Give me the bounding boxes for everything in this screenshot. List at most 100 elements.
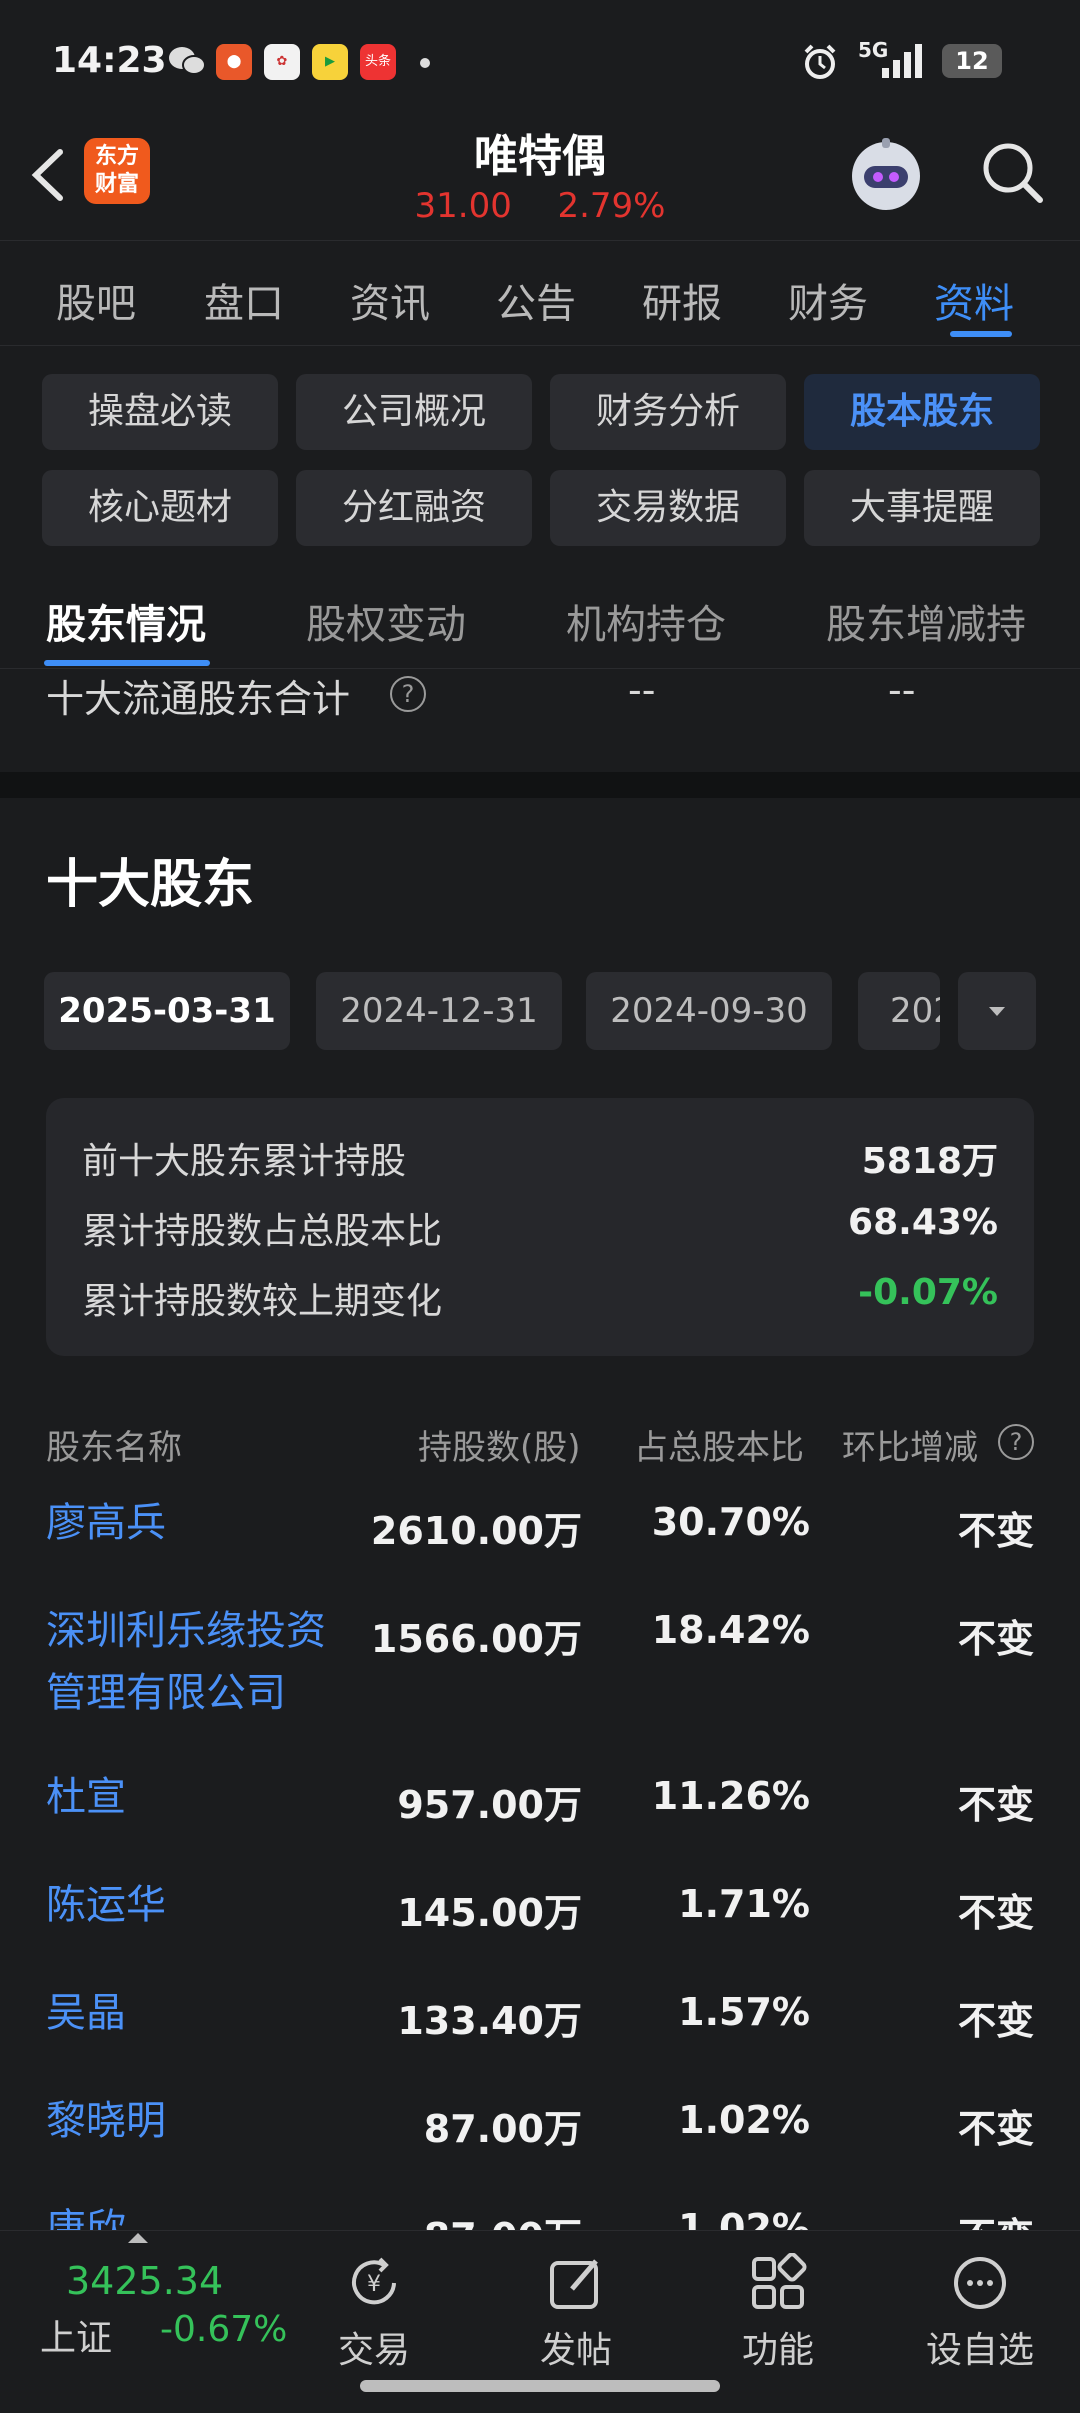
app-notification-icon: ⬤ [216,44,252,80]
shareholder-name[interactable]: 陈运华 [46,1874,356,1936]
wechat-icon [168,44,206,78]
shareholder-change: 不变 [957,1891,1034,1935]
col-header-shares: 持股数(股) [418,1428,581,1468]
summary-label: 累计持股数较上期变化 [82,1281,443,1322]
status-time: 14:23 [52,40,167,81]
summary-value: 5818万 [861,1141,998,1182]
index-name: 上证 [40,2318,113,2359]
nav-trade[interactable]: ¥ 交易 [284,2231,464,2381]
chip-trading-data[interactable]: 交易数据 [550,470,786,546]
subtab-equity-changes[interactable]: 股权变动 [306,592,466,650]
nav-label: 发帖 [539,2330,612,2371]
chip-share-capital[interactable]: 股本股东 [804,374,1040,450]
subtab-indicator [44,660,210,666]
shareholder-ratio: 11.26% [651,1774,810,1818]
nav-functions[interactable]: 功能 [688,2231,868,2381]
shareholder-change: 不变 [957,1509,1034,1553]
shareholder-shares: 957.00万 [397,1783,582,1827]
assistant-robot-icon[interactable] [844,134,928,218]
chip-company-overview[interactable]: 公司概况 [296,374,532,450]
stock-price: 31.00 [414,186,512,226]
more-notifications-dot [420,58,430,68]
col-header-name: 股东名称 [46,1428,182,1468]
shareholder-ratio: 30.70% [651,1500,810,1544]
shareholder-shares: 2610.00万 [370,1509,582,1553]
nav-label: 交易 [337,2330,410,2371]
shareholder-change: 不变 [957,1617,1034,1661]
help-icon[interactable]: ? [998,1424,1034,1460]
shareholder-ratio: 1.02% [678,2098,810,2142]
section-divider [0,772,1080,798]
shareholder-shares: 1566.00万 [370,1617,582,1661]
edit-icon [546,2253,606,2313]
chip-core-themes[interactable]: 核心题材 [42,470,278,546]
app-notification-icon: ✿ [264,44,300,80]
tab-guba[interactable]: 股吧 [56,271,136,329]
summary-label: 累计持股数占总股本比 [82,1211,443,1252]
shareholder-name[interactable]: 吴晶 [46,1982,356,2044]
subtab-holding-changes[interactable]: 股东增减持 [826,592,1026,650]
signal-icon [880,42,924,80]
index-ticker[interactable]: 3425.34 上证 -0.67% [0,2231,300,2381]
stock-change: 2.79% [557,186,666,226]
tab-announcements[interactable]: 公告 [496,271,576,329]
summary-value: 68.43% [848,1202,998,1243]
shareholder-shares: 145.00万 [397,1891,582,1935]
shareholder-name[interactable]: 廖高兵 [46,1492,356,1554]
col-header-change: 环比增减 [842,1428,978,1468]
app-notification-icon: 头条 [360,44,396,80]
battery-indicator: 12 [942,44,1002,78]
shareholder-ratio: 18.42% [651,1608,810,1652]
float-shareholders-total-label: 十大流通股东合计 [46,677,351,721]
status-bar: 14:23 ⬤ ✿ ▶ 头条 5G 12 [0,0,1080,120]
chip-financial-analysis[interactable]: 财务分析 [550,374,786,450]
active-tab-indicator [950,331,1012,337]
nav-watchlist[interactable]: 设自选 [890,2231,1070,2381]
shareholder-change: 不变 [957,2107,1034,2151]
date-tab[interactable]: 202 [858,972,940,1050]
nav-label: 设自选 [925,2330,1034,2371]
chip-trading-guide[interactable]: 操盘必读 [42,374,278,450]
shareholder-ratio: 1.57% [678,1990,810,2034]
tab-profile[interactable]: 资料 [934,271,1014,329]
shareholder-ratio: 1.71% [678,1882,810,1926]
date-dropdown-button[interactable] [958,972,1036,1050]
more-circle-icon [950,2253,1010,2313]
shareholder-name[interactable]: 黎晓明 [46,2090,356,2152]
nav-post[interactable]: 发帖 [486,2231,666,2381]
tab-news[interactable]: 资讯 [350,271,430,329]
summary-card: 前十大股东累计持股 5818万 累计持股数占总股本比 68.43% 累计持股数较… [46,1098,1034,1356]
index-value: 3425.34 [66,2259,224,2303]
date-tab[interactable]: 2025-03-31 [44,972,290,1050]
shareholder-shares: 87.00万 [423,2107,582,2151]
home-indicator[interactable] [360,2380,720,2392]
shareholder-change: 不变 [957,1999,1034,2043]
date-tab[interactable]: 2024-09-30 [586,972,832,1050]
shareholder-name[interactable]: 杜宣 [46,1766,356,1828]
date-tab[interactable]: 2024-12-31 [316,972,562,1050]
section-title: 十大股东 [46,855,255,915]
tab-pankou[interactable]: 盘口 [204,271,284,329]
shareholder-name[interactable]: 深圳利乐缘投资管理有限公司 [46,1600,356,1724]
search-icon[interactable] [978,138,1048,208]
index-change: -0.67% [160,2309,288,2350]
col-header-ratio: 占总股本比 [634,1428,804,1468]
shareholder-change: 不变 [957,1783,1034,1827]
subtab-shareholders[interactable]: 股东情况 [46,592,206,650]
float-total-ratio: -- [888,668,916,712]
nav-label: 功能 [741,2330,814,2371]
chevron-down-icon [989,1007,1005,1016]
tab-research[interactable]: 研报 [642,271,722,329]
shareholder-shares: 133.40万 [397,1999,582,2043]
grid-icon [748,2252,808,2313]
summary-value: -0.07% [858,1272,998,1313]
alarm-icon [800,42,840,82]
chip-dividends[interactable]: 分红融资 [296,470,532,546]
trade-icon: ¥ [344,2253,404,2313]
chip-events[interactable]: 大事提醒 [804,470,1040,546]
svg-text:¥: ¥ [367,2272,381,2297]
tab-finance[interactable]: 财务 [788,271,868,329]
help-icon[interactable]: ? [390,676,426,712]
caret-up-icon [128,2233,148,2243]
subtab-institutions[interactable]: 机构持仓 [566,592,726,650]
